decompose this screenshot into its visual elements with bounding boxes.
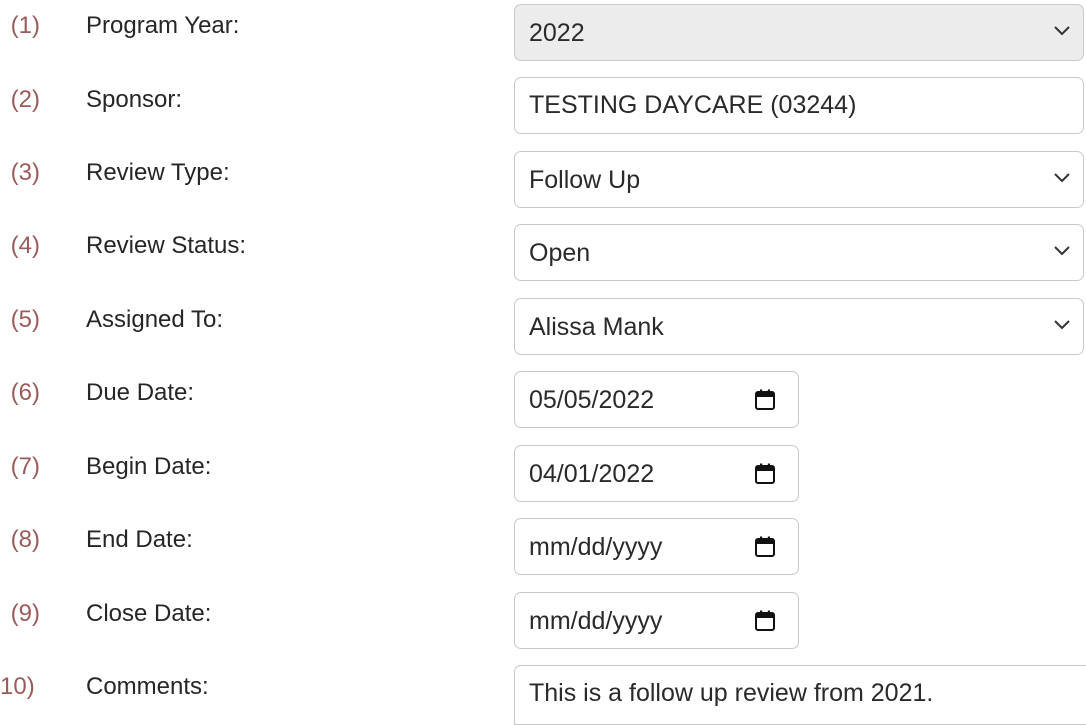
field-number: (8) — [10, 526, 40, 553]
field-number: (1) — [10, 12, 40, 39]
assigned-to-select[interactable]: Alissa Mank — [514, 298, 1084, 355]
chevron-down-icon — [1054, 26, 1070, 36]
field-close-date: (9) Close Date: mm/dd/yyyy — [0, 592, 1086, 666]
field-end-date: (8) End Date: mm/dd/yyyy — [0, 518, 1086, 592]
field-assigned-to: (5) Assigned To: Alissa Mank — [0, 298, 1086, 372]
field-label: Review Type: — [86, 159, 230, 186]
field-label: Review Status: — [86, 232, 247, 259]
chevron-down-icon — [1054, 246, 1070, 256]
date-placeholder: mm/dd/yyyy — [529, 607, 663, 635]
field-comments: (10) Comments: This is a follow up revie… — [0, 665, 1086, 725]
date-value: 04/01/2022 — [529, 460, 655, 488]
field-number: (2) — [10, 86, 40, 113]
field-due-date: (6) Due Date: 05/05/2022 — [0, 371, 1086, 445]
field-label: Comments: — [86, 673, 209, 700]
field-label: Assigned To: — [86, 306, 223, 333]
due-date-input[interactable]: 05/05/2022 — [514, 371, 799, 428]
calendar-icon[interactable] — [753, 609, 777, 633]
field-program-year: (1) Program Year: 2022 — [0, 4, 1086, 78]
review-type-select[interactable]: Follow Up — [514, 151, 1084, 208]
textarea-value: This is a follow up review from 2021. — [529, 679, 934, 707]
field-number: (5) — [10, 306, 40, 333]
field-label: Close Date: — [86, 600, 212, 627]
input-value: TESTING DAYCARE (03244) — [529, 91, 857, 119]
field-label: Begin Date: — [86, 453, 212, 480]
field-review-status: (4) Review Status: Open — [0, 224, 1086, 298]
select-value: Open — [529, 239, 591, 267]
field-label: Due Date: — [86, 379, 195, 406]
field-begin-date: (7) Begin Date: 04/01/2022 — [0, 445, 1086, 519]
sponsor-input[interactable]: TESTING DAYCARE (03244) — [514, 77, 1084, 134]
field-number: (3) — [10, 159, 40, 186]
field-number: (9) — [10, 600, 40, 627]
field-sponsor: (2) Sponsor: TESTING DAYCARE (03244) — [0, 77, 1086, 152]
program-year-select: 2022 — [514, 4, 1084, 61]
calendar-icon[interactable] — [753, 535, 777, 559]
field-label: Sponsor: — [86, 86, 183, 113]
field-number: (7) — [10, 453, 40, 480]
close-date-input[interactable]: mm/dd/yyyy — [514, 592, 799, 649]
end-date-input[interactable]: mm/dd/yyyy — [514, 518, 799, 575]
date-value: 05/05/2022 — [529, 386, 655, 414]
date-placeholder: mm/dd/yyyy — [529, 533, 663, 561]
field-number: (10) — [0, 673, 35, 700]
select-value: Alissa Mank — [529, 313, 664, 341]
review-status-select[interactable]: Open — [514, 224, 1084, 281]
field-review-type: (3) Review Type: Follow Up — [0, 151, 1086, 225]
select-value: 2022 — [529, 19, 585, 47]
chevron-down-icon — [1054, 320, 1070, 330]
select-value: Follow Up — [529, 166, 641, 194]
field-number: (4) — [10, 232, 40, 259]
chevron-down-icon — [1054, 173, 1070, 183]
calendar-icon[interactable] — [753, 462, 777, 486]
field-label: Program Year: — [86, 12, 240, 39]
field-label: End Date: — [86, 526, 193, 553]
field-number: (6) — [10, 379, 40, 406]
calendar-icon[interactable] — [753, 388, 777, 412]
begin-date-input[interactable]: 04/01/2022 — [514, 445, 799, 502]
comments-textarea[interactable]: This is a follow up review from 2021. — [514, 665, 1086, 725]
